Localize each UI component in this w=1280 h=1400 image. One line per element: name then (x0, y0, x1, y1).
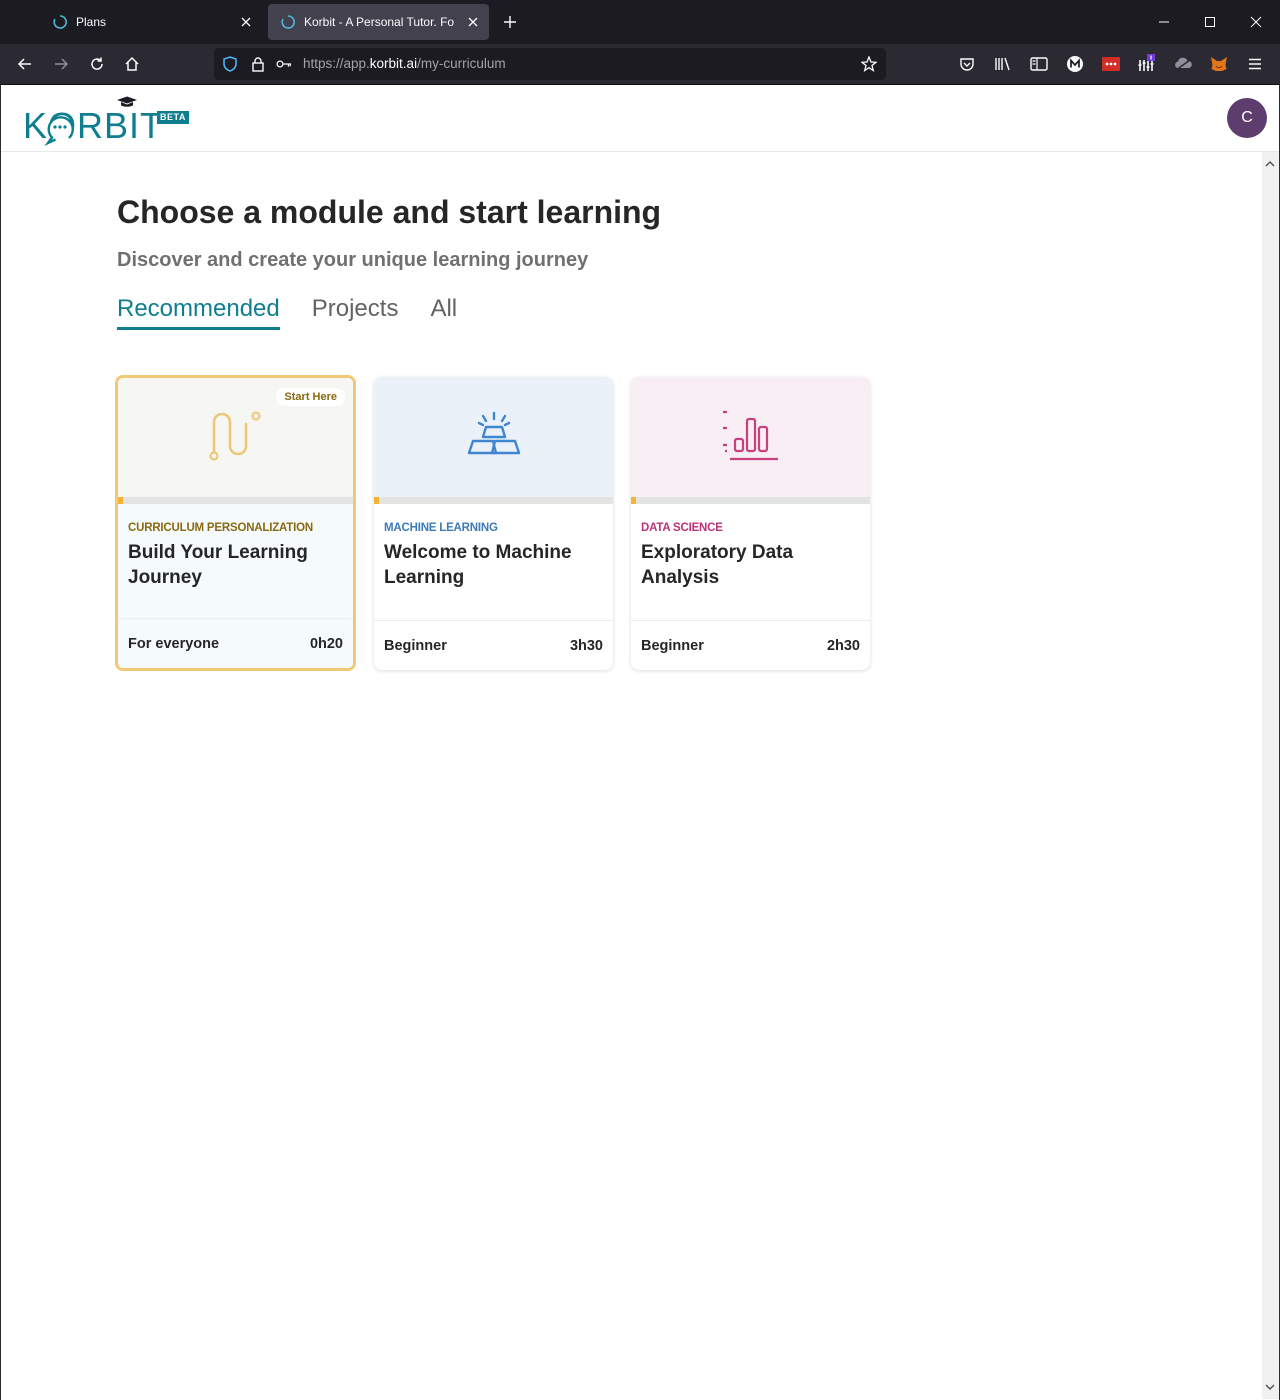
card-progress-bar (631, 497, 870, 504)
extension-m-icon[interactable] (1065, 54, 1085, 74)
card-footer: Beginner 2h30 (631, 620, 870, 670)
card-footer: For everyone 0h20 (118, 618, 353, 668)
card-duration: 3h30 (569, 637, 603, 654)
card-category: MACHINE LEARNING (384, 522, 498, 534)
card-body: DATA SCIENCE Exploratory Data Analysis (631, 504, 870, 619)
card-media (631, 377, 870, 497)
card-level: For everyone (128, 635, 220, 652)
speech-bubble-icon (43, 112, 77, 151)
close-window-icon[interactable] (1246, 12, 1266, 32)
gold-bars-icon (464, 410, 524, 465)
page-subtitle: Discover and create your unique learning… (117, 249, 589, 271)
maximize-icon[interactable] (1200, 12, 1220, 32)
card-media (374, 377, 613, 497)
card-progress-fill (374, 497, 379, 504)
cloud-extension-icon[interactable] (1173, 54, 1193, 74)
card-category: CURRICULUM PERSONALIZATION (128, 522, 313, 534)
card-progress-bar (118, 497, 353, 504)
page-title: Choose a module and start learning (117, 194, 662, 230)
avatar[interactable]: C (1227, 98, 1267, 138)
url-text: https://app.korbit.ai/my-curriculum (303, 56, 506, 71)
card-title: Welcome to Machine Learning (384, 542, 572, 588)
lock-icon[interactable] (250, 56, 266, 72)
minimize-icon[interactable] (1154, 12, 1174, 32)
korbit-logo[interactable]: KORBIT BETA (23, 95, 193, 147)
sidebar-icon[interactable] (1029, 54, 1049, 74)
url-prefix: https://app. (303, 56, 370, 71)
scroll-down-icon[interactable] (1265, 1378, 1275, 1396)
card-footer: Beginner 3h30 (374, 620, 613, 670)
card-progress-bar (374, 497, 613, 504)
app-header: KORBIT BETA C (1, 85, 1279, 152)
library-icon[interactable] (993, 54, 1013, 74)
scroll-up-icon[interactable] (1265, 155, 1275, 173)
window-frame (0, 85, 1, 1400)
card-title: Exploratory Data Analysis (641, 542, 794, 588)
card-category: DATA SCIENCE (641, 522, 723, 534)
bar-chart-icon (721, 407, 781, 468)
card-title: Build Your Learning Journey (128, 542, 308, 588)
tab-title: Plans (76, 15, 107, 29)
url-path: /my-curriculum (417, 56, 506, 71)
browser-tab-bar: Plans Korbit - A Personal Tutor. For Ev (0, 0, 1280, 44)
close-tab-icon[interactable] (465, 14, 481, 30)
forward-icon[interactable] (51, 54, 71, 74)
module-card-build-your-learning-journey[interactable]: Start Here CURRICULUM PERSONALIZATION Bu… (115, 375, 356, 671)
url-domain: korbit.ai (369, 56, 418, 71)
lastpass-icon[interactable] (1101, 54, 1121, 74)
new-tab-icon[interactable] (500, 12, 520, 32)
pocket-icon[interactable] (957, 54, 977, 74)
loading-icon (52, 14, 68, 30)
module-tabs: Recommended Projects All (117, 295, 489, 330)
browser-nav-bar: https://app.korbit.ai/my-curriculum (0, 44, 1280, 85)
menu-icon[interactable] (1245, 54, 1265, 74)
card-duration: 0h20 (309, 635, 343, 652)
loading-icon (280, 14, 296, 30)
path-icon (208, 408, 264, 467)
close-tab-icon[interactable] (238, 14, 254, 30)
module-card-exploratory-data-analysis[interactable]: DATA SCIENCE Exploratory Data Analysis B… (631, 377, 870, 670)
card-body: CURRICULUM PERSONALIZATION Build Your Le… (118, 504, 353, 619)
card-level: Beginner (641, 637, 704, 654)
card-progress-fill (631, 497, 636, 504)
tab-all[interactable]: All (430, 295, 457, 330)
shield-icon[interactable] (222, 56, 238, 72)
url-bar[interactable]: https://app.korbit.ai/my-curriculum (214, 48, 886, 80)
start-here-badge: Start Here (276, 388, 345, 406)
home-icon[interactable] (122, 54, 142, 74)
tab-recommended[interactable]: Recommended (117, 295, 280, 330)
bookmark-star-icon[interactable] (861, 56, 877, 72)
equalizer-extension-icon[interactable] (1137, 54, 1157, 74)
card-body: MACHINE LEARNING Welcome to Machine Lear… (374, 504, 613, 619)
browser-tab-plans[interactable]: Plans (40, 4, 262, 40)
card-progress-fill (118, 497, 123, 504)
tab-title: Korbit - A Personal Tutor. For Ev (304, 15, 454, 29)
back-icon[interactable] (15, 54, 35, 74)
browser-tab-korbit[interactable]: Korbit - A Personal Tutor. For Ev (268, 4, 489, 40)
reload-icon[interactable] (87, 54, 107, 74)
card-duration: 2h30 (826, 637, 860, 654)
module-card-welcome-to-machine-learning[interactable]: MACHINE LEARNING Welcome to Machine Lear… (374, 377, 613, 670)
tab-projects[interactable]: Projects (312, 295, 399, 330)
key-icon[interactable] (276, 56, 292, 72)
beta-badge: BETA (157, 111, 189, 124)
card-level: Beginner (384, 637, 447, 654)
metamask-fox-icon[interactable] (1209, 54, 1229, 74)
page-scrollbar[interactable] (1262, 152, 1279, 1399)
